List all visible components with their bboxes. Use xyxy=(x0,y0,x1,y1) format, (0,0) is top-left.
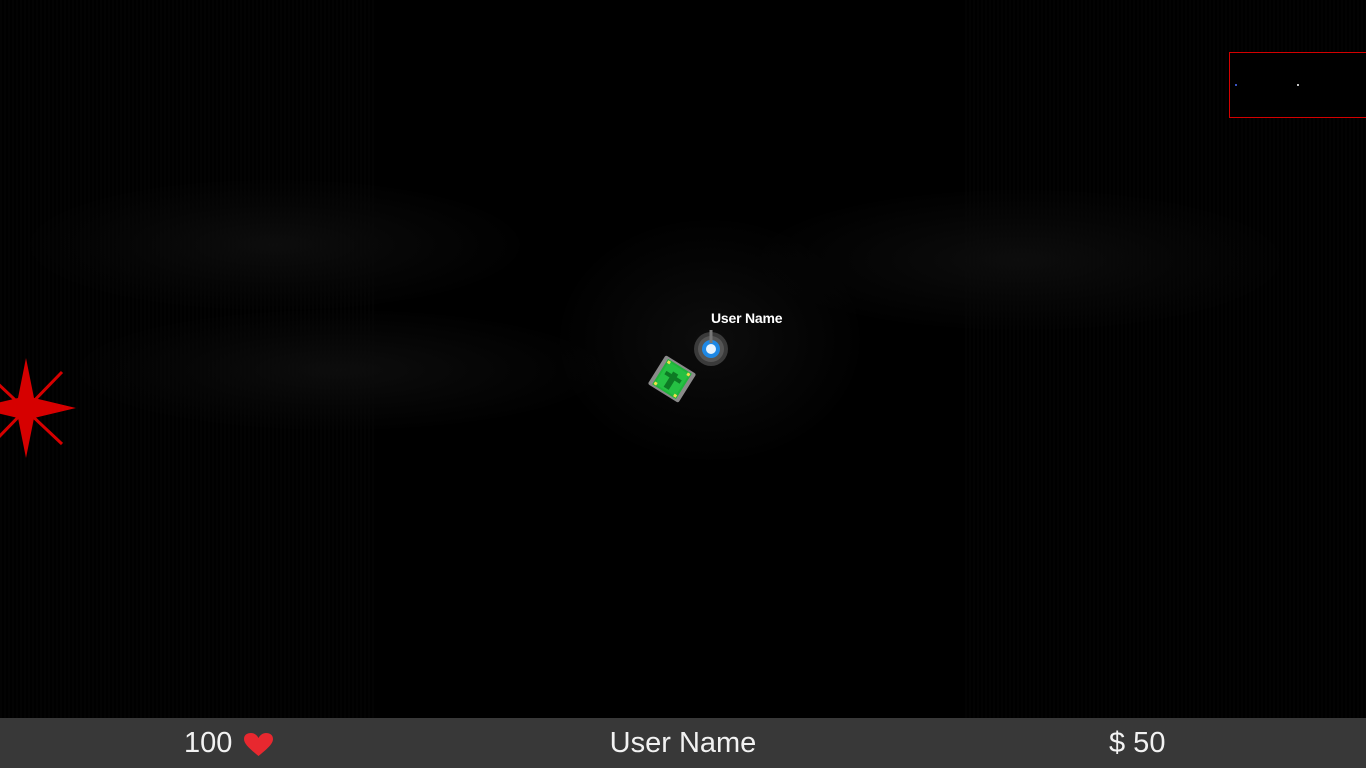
player-tank-icon[interactable] xyxy=(692,330,730,368)
smoke-cloud xyxy=(30,180,520,310)
health-pickup-icon xyxy=(648,355,696,403)
game-canvas[interactable]: User Name xyxy=(0,0,1366,718)
smoke-cloud xyxy=(760,190,1280,330)
minimap-enemy-dot xyxy=(1235,84,1237,86)
enemy-star-icon xyxy=(0,358,76,458)
minimap xyxy=(1229,52,1366,118)
smoke-cloud xyxy=(80,310,600,430)
minimap-player-dot xyxy=(1297,84,1299,86)
money-value: $ 50 xyxy=(1109,727,1166,759)
player-name-label: User Name xyxy=(711,310,783,326)
status-bar: 100 User Name $ 50 xyxy=(0,718,1366,768)
